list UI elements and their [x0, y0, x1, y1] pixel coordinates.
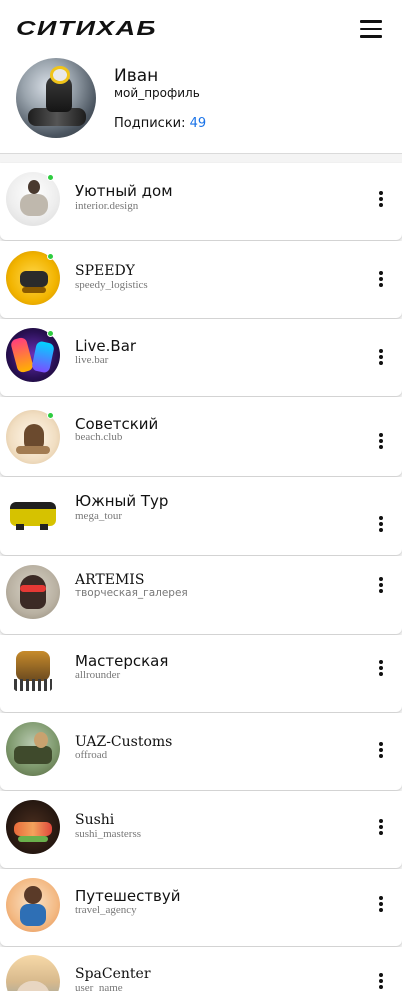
channel-avatar[interactable] — [6, 878, 60, 932]
list-item[interactable]: Южный Тур mega_tour — [0, 477, 402, 555]
hamburger-icon[interactable] — [360, 20, 382, 38]
subscriptions-info[interactable]: Подписки: 49 — [114, 116, 206, 131]
profile-name: Иван — [114, 66, 159, 86]
channel-avatar[interactable] — [6, 722, 60, 776]
channel-handle: mega_tour — [75, 510, 123, 522]
app-screen: СИТИХАБ Иван мой_профиль Подписки: 49 Ую… — [0, 0, 402, 991]
list-item[interactable]: Мастерская allrounder — [0, 635, 402, 712]
channel-title: SPEEDY — [75, 263, 135, 279]
more-vertical-icon[interactable] — [377, 896, 385, 914]
more-vertical-icon[interactable] — [377, 191, 385, 209]
list-item[interactable]: Путешествуй travel_agency — [0, 869, 402, 946]
online-status-dot — [47, 174, 54, 181]
list-item[interactable]: SpaCenter user_name — [0, 947, 402, 991]
more-vertical-icon[interactable] — [377, 819, 385, 837]
online-status-dot — [47, 330, 54, 337]
online-status-dot — [47, 253, 54, 260]
channel-handle: allrounder — [75, 669, 121, 681]
more-vertical-icon[interactable] — [377, 742, 385, 760]
channel-title: Южный Тур — [75, 492, 169, 510]
subscriptions-count[interactable]: 49 — [190, 116, 207, 131]
channel-title: SpaCenter — [75, 966, 151, 982]
channel-handle: offroad — [75, 749, 108, 761]
profile-header: Иван мой_профиль Подписки: 49 — [0, 58, 402, 154]
profile-avatar[interactable] — [16, 58, 96, 138]
list-item[interactable]: Sushi sushi_masterss — [0, 791, 402, 868]
channel-avatar[interactable] — [6, 955, 60, 991]
more-vertical-icon[interactable] — [377, 271, 385, 289]
list-item[interactable]: ARTEMIS творческая_галерея — [0, 556, 402, 634]
channel-title: Путешествуй — [75, 887, 181, 905]
more-vertical-icon[interactable] — [377, 973, 385, 991]
list-item[interactable]: Советский beach.club — [0, 397, 402, 476]
channel-title: Live.Bar — [75, 337, 137, 355]
more-vertical-icon[interactable] — [377, 577, 385, 595]
channel-handle: travel_agency — [75, 904, 137, 916]
more-vertical-icon[interactable] — [377, 349, 385, 367]
channel-avatar[interactable] — [6, 486, 60, 540]
subscriptions-list: Уютный дом interior.design SPEEDY speedy… — [0, 163, 402, 991]
channel-title: Уютный дом — [75, 182, 173, 200]
channel-handle: speedy_logistics — [75, 279, 148, 291]
channel-handle: творческая_галерея — [75, 587, 188, 599]
channel-handle: live.bar — [75, 354, 109, 366]
online-status-dot — [47, 412, 54, 419]
channel-handle: sushi_masterss — [75, 828, 141, 840]
channel-handle: interior.design — [75, 200, 139, 212]
more-vertical-icon[interactable] — [377, 433, 385, 451]
channel-title: Sushi — [75, 812, 115, 828]
subscriptions-label: Подписки: — [114, 116, 186, 131]
channel-avatar[interactable] — [6, 643, 60, 697]
channel-avatar[interactable] — [6, 565, 60, 619]
list-item[interactable]: SPEEDY speedy_logistics — [0, 241, 402, 318]
list-item[interactable]: Уютный дом interior.design — [0, 163, 402, 240]
channel-handle: user_name — [75, 982, 123, 991]
more-vertical-icon[interactable] — [377, 516, 385, 534]
list-item[interactable]: Live.Bar live.bar — [0, 319, 402, 396]
channel-title: Мастерская — [75, 652, 169, 670]
profile-handle: мой_профиль — [114, 86, 200, 100]
channel-title: ARTEMIS — [75, 572, 145, 588]
more-vertical-icon[interactable] — [377, 660, 385, 678]
channel-avatar[interactable] — [6, 800, 60, 854]
channel-title: UAZ-Customs — [75, 734, 173, 750]
list-item[interactable]: UAZ-Customs offroad — [0, 713, 402, 790]
app-logo[interactable]: СИТИХАБ — [16, 18, 157, 41]
channel-handle: beach.club — [75, 431, 123, 443]
top-bar: СИТИХАБ — [0, 0, 402, 60]
